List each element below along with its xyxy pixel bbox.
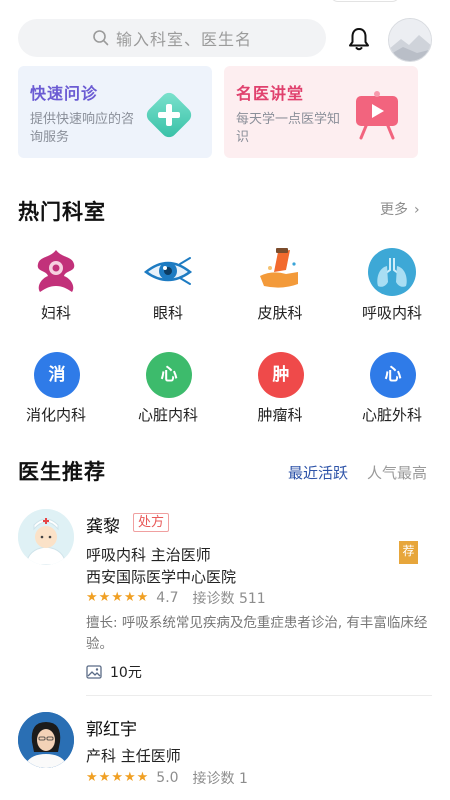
doctor-dept-title: 呼吸内科 主治医师 [86,546,211,564]
dermatology-icon [260,248,298,288]
star-icon: ★ [98,770,111,785]
rating-score: 4.7 [156,590,179,606]
star-icon: ★ [111,590,123,605]
divider [86,695,432,696]
dept-ophthalmology[interactable]: 眼科 [112,246,224,323]
male-doctor-avatar-icon [18,509,74,565]
consult-count: 接诊数 511 [192,591,266,607]
doctor-name: 郭红宇 [86,720,137,740]
medical-cross-icon [146,92,192,138]
more-label: 更多 [380,202,408,218]
hot-departments-title: 热门科室 [18,200,106,224]
oncology-circle-icon: 肿 [258,352,304,398]
star-icon: ★ [86,590,98,605]
dept-label: 妇科 [40,304,71,322]
star-icon: ★ [136,770,149,785]
dept-cardiac-surgery[interactable]: 心 心脏外科 [336,348,448,425]
search-icon [93,30,109,46]
bell-icon[interactable] [346,26,372,52]
landscape-avatar-icon [389,19,431,61]
dept-label: 眼科 [152,304,183,322]
chevron-right-icon: › [414,202,420,218]
female-doctor-photo-icon [18,712,74,768]
quick-consult-card[interactable]: 快速问诊 提供快速响应的咨询服务 [18,66,212,158]
doctor-hospital: 西安国际医学中心医院 [86,568,237,586]
rating-score: 5.0 [156,770,179,786]
prescription-tag: 处方 [133,513,170,532]
star-icon: ★ [86,770,98,785]
doctor-avatar [18,712,74,768]
star-icon: ★ [123,590,136,605]
star-icon: ★ [98,590,111,605]
doctor-dept-title: 产科 主任医师 [86,747,181,765]
dept-gynecology[interactable]: 妇科 [0,246,112,323]
dept-dermatology[interactable]: 皮肤科 [224,246,336,323]
cardiac-surgery-circle-icon: 心 [370,352,416,398]
rating-stars: ★ ★ ★ ★ ★ [86,591,148,605]
user-avatar[interactable] [388,18,432,62]
half-star-icon: ★ [136,590,149,605]
cardiology-circle-icon: 心 [146,352,192,398]
rating-stars: ★ ★ ★ ★ ★ [86,771,148,785]
dept-label: 心脏内科 [137,406,198,424]
tab-recent-active[interactable]: 最近活跃 [288,462,348,483]
lecture-card[interactable]: 名医讲堂 每天学一点医学知识 [224,66,418,158]
dept-cardiology[interactable]: 心 心脏内科 [112,348,224,425]
doctor-expertise: 擅长: 呼吸系统常见疾病及危重症患者诊治, 有丰富临床经验。 [86,615,428,652]
star-icon: ★ [111,770,123,785]
more-link[interactable]: 更多 › [380,199,420,219]
dept-oncology[interactable]: 肿 肿瘤科 [224,348,336,425]
consult-fee: 10元 [86,662,142,682]
dept-label: 消化内科 [25,406,86,424]
video-board-icon [356,91,398,140]
dept-label: 呼吸内科 [361,304,422,322]
top-edge-decoration [330,0,400,2]
doctor-rating: ★ ★ ★ ★ ★ 4.7 接诊数 511 [86,588,266,608]
tab-most-popular[interactable]: 人气最高 [367,462,427,483]
gastro-circle-icon: 消 [34,352,80,398]
quick-consult-desc: 提供快速响应的咨询服务 [30,112,135,145]
eye-icon [143,257,193,285]
top-bar: 输入科室、医生名 [0,0,450,62]
dept-label: 肿瘤科 [257,406,303,424]
gynecology-icon [37,250,75,292]
image-icon [86,665,102,679]
doctor-rating: ★ ★ ★ ★ ★ 5.0 接诊数 1 [86,768,248,788]
lecture-desc: 每天学一点医学知识 [236,112,341,145]
dept-respiratory[interactable]: 呼吸内科 [336,246,448,323]
recommend-badge: 荐 [399,541,418,564]
search-bar[interactable]: 输入科室、医生名 [18,19,326,57]
doctor-recommend-title: 医生推荐 [18,460,106,484]
doctor-avatar [18,509,74,565]
star-icon: ★ [123,770,136,785]
dept-label: 心脏外科 [361,406,422,424]
fee-amount: 10元 [110,665,142,681]
lungs-icon [368,248,416,296]
dept-gastroenterology[interactable]: 消 消化内科 [0,348,112,425]
dept-label: 皮肤科 [257,304,303,322]
doctor-name: 龚黎 [86,517,120,537]
search-input[interactable]: 输入科室、医生名 [116,26,252,50]
consult-count: 接诊数 1 [192,771,248,787]
